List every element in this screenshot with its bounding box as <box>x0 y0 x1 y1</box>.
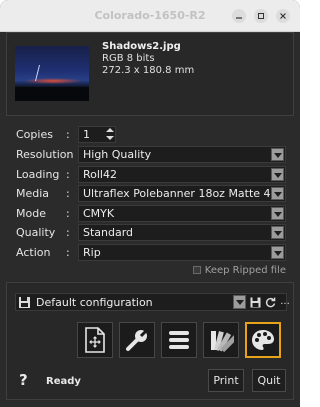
print-dialog-window: Colorado-1650-R2 Shadows2.jpg RGB 8 bits… <box>0 0 300 407</box>
color-palette-button[interactable] <box>245 322 281 358</box>
loading-value: Roll42 <box>83 168 117 181</box>
file-name: Shadows2.jpg <box>102 41 181 52</box>
file-color-mode: RGB 8 bits <box>102 53 155 64</box>
copies-label: Copies <box>16 128 53 141</box>
dropdown-arrow-icon[interactable] <box>271 168 284 181</box>
color-swatch-button[interactable] <box>203 322 239 358</box>
wrench-icon <box>126 328 149 351</box>
media-row: Media : Ultraflex Polebanner 18oz Matte … <box>0 184 300 204</box>
help-button[interactable]: ? <box>19 371 28 389</box>
mode-value: CMYK <box>83 207 115 220</box>
copies-stepper[interactable]: 1 <box>78 126 116 143</box>
configuration-select[interactable]: Default configuration ... <box>15 293 290 312</box>
swatch-fan-icon <box>211 331 234 353</box>
print-button[interactable]: Print <box>208 369 244 392</box>
media-label: Media <box>16 187 50 200</box>
action-select[interactable]: Rip <box>78 244 286 261</box>
mode-label: Mode <box>16 207 46 220</box>
resolution-colon: : <box>66 148 70 161</box>
mode-select[interactable]: CMYK <box>78 205 286 222</box>
maximize-icon <box>258 13 264 19</box>
file-details: Shadows2.jpg RGB 8 bits 272.3 x 180.8 mm <box>102 41 194 77</box>
loading-select[interactable]: Roll42 <box>78 166 286 183</box>
copies-value: 1 <box>83 128 90 141</box>
more-options-button[interactable]: ... <box>278 295 292 309</box>
quit-button[interactable]: Quit <box>252 369 286 392</box>
loading-row: Loading : Roll42 <box>0 165 300 185</box>
loading-label: Loading <box>16 168 60 181</box>
configuration-value: Default configuration <box>36 296 153 309</box>
keep-ripped-option[interactable]: Keep Ripped file <box>192 264 286 276</box>
media-select[interactable]: Ultraflex Polebanner 18oz Matte 460-US2 <box>78 185 286 202</box>
minimize-button[interactable] <box>232 9 246 23</box>
dropdown-arrow-icon[interactable] <box>271 207 284 220</box>
media-value: Ultraflex Polebanner 18oz Matte 460-US2 <box>83 187 271 200</box>
minimize-icon <box>236 17 242 19</box>
quality-row: Quality : Standard <box>0 223 300 243</box>
file-dimensions: 272.3 x 180.8 mm <box>102 65 195 76</box>
move-document-icon <box>85 327 105 353</box>
quality-select[interactable]: Standard <box>78 224 286 241</box>
titlebar[interactable]: Colorado-1650-R2 <box>0 0 300 32</box>
list-icon <box>169 331 189 349</box>
action-value: Rip <box>83 246 101 259</box>
configuration-disk-icon <box>18 296 31 312</box>
close-button[interactable] <box>276 9 290 23</box>
maximize-button[interactable] <box>254 9 268 23</box>
keep-ripped-label: Keep Ripped file <box>204 264 286 276</box>
settings-tool-button[interactable] <box>119 322 155 358</box>
close-icon <box>280 13 286 19</box>
stepper-up-icon[interactable] <box>106 127 114 134</box>
resolution-row: Resolution : High Quality <box>0 145 300 165</box>
list-tool-button[interactable] <box>161 322 197 358</box>
quality-label: Quality <box>16 226 56 239</box>
status-text: Ready <box>46 376 81 387</box>
refresh-icon[interactable] <box>263 295 277 309</box>
save-configuration-icon[interactable] <box>248 295 262 309</box>
resolution-value: High Quality <box>83 148 152 161</box>
mode-row: Mode : CMYK <box>0 204 300 224</box>
media-colon: : <box>66 187 70 200</box>
image-thumbnail <box>15 46 89 101</box>
dropdown-arrow-icon[interactable] <box>271 187 284 200</box>
quality-colon: : <box>66 226 70 239</box>
mode-colon: : <box>66 207 70 220</box>
stepper-down-icon[interactable] <box>106 135 114 142</box>
copies-row: Copies : 1 <box>0 125 300 145</box>
quality-value: Standard <box>83 226 134 239</box>
dropdown-arrow-icon[interactable] <box>271 148 284 161</box>
move-document-button[interactable] <box>77 322 113 358</box>
file-info-panel: Shadows2.jpg RGB 8 bits 272.3 x 180.8 mm <box>6 32 294 116</box>
dropdown-arrow-icon[interactable] <box>271 226 284 239</box>
action-colon: : <box>66 246 70 259</box>
resolution-select[interactable]: High Quality <box>78 146 286 163</box>
action-row: Action : Rip <box>0 243 300 263</box>
footer-bar: ? Ready Print Quit <box>0 366 300 396</box>
action-label: Action <box>16 246 51 259</box>
palette-icon <box>252 330 274 350</box>
keep-ripped-checkbox[interactable] <box>192 266 201 274</box>
dropdown-arrow-icon[interactable] <box>271 246 284 259</box>
copies-colon: : <box>66 128 70 141</box>
loading-colon: : <box>66 168 70 181</box>
resolution-label: Resolution <box>16 148 74 161</box>
thumbnail-ground <box>15 87 89 101</box>
thumbnail-horizon-glow <box>23 78 83 84</box>
dropdown-arrow-icon[interactable] <box>233 295 246 309</box>
